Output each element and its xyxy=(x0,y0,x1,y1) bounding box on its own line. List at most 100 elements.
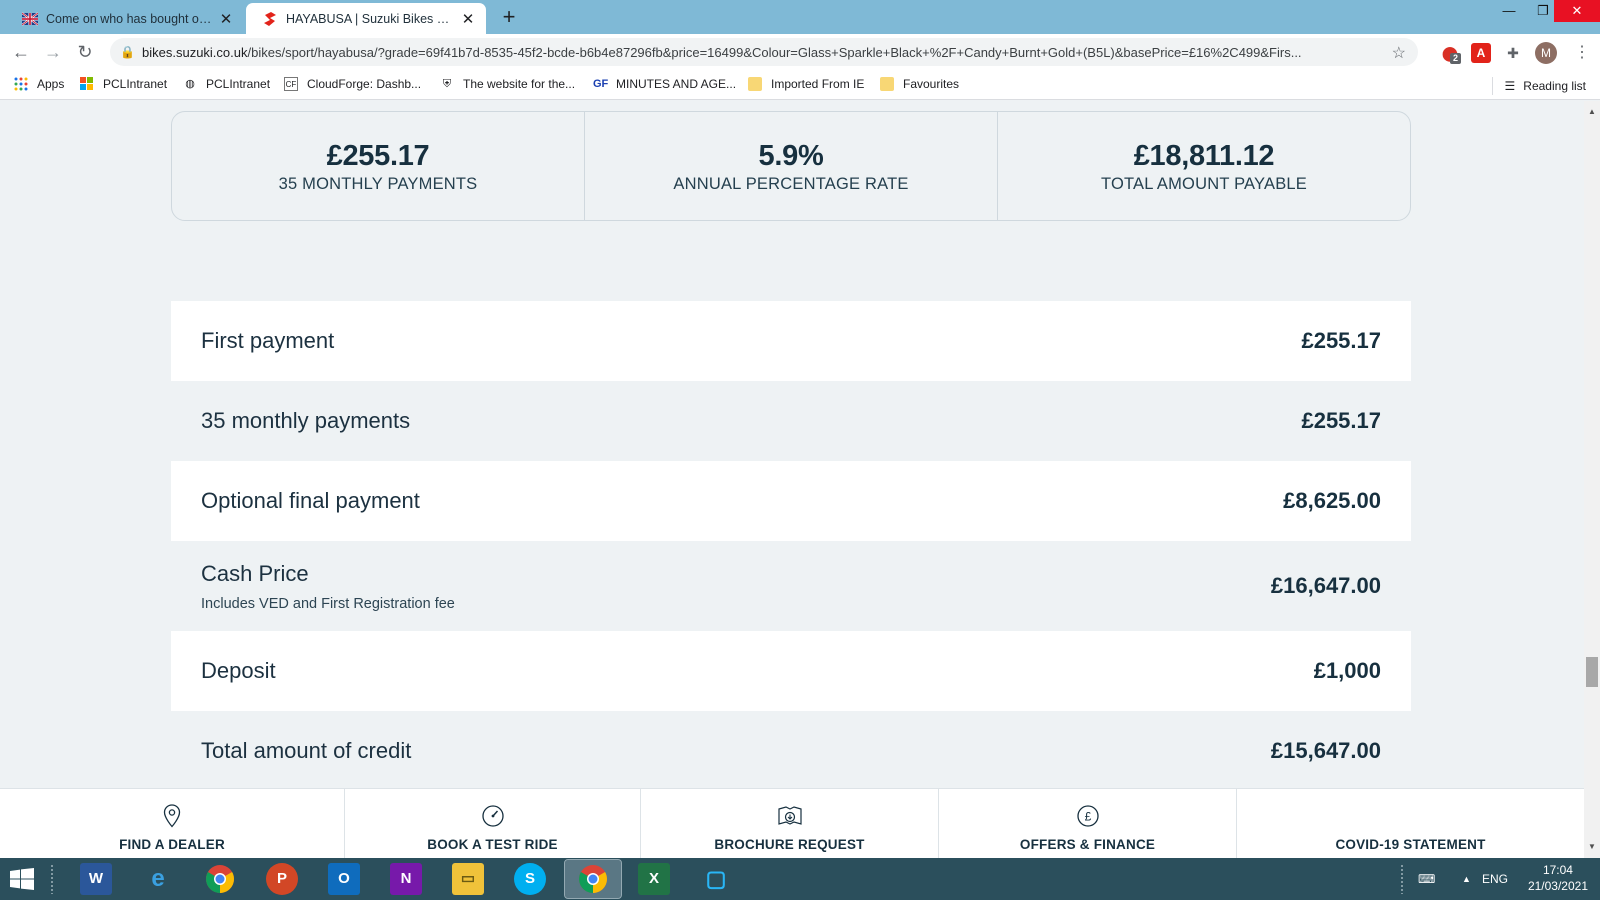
reading-list-label: Reading list xyxy=(1523,79,1586,93)
gf-logo-icon: GF xyxy=(593,78,609,90)
extension-adblock-icon[interactable]: ⬤2 xyxy=(1440,43,1461,64)
summary-apr: 5.9% ANNUAL PERCENTAGE RATE xyxy=(585,112,998,220)
row-label-group: Cash Price Includes VED and First Regist… xyxy=(201,561,455,612)
tab-close-icon[interactable]: ✕ xyxy=(460,10,476,28)
excel-icon[interactable]: X xyxy=(638,863,670,895)
tab-close-icon[interactable]: ✕ xyxy=(218,10,234,28)
bookmark-folder-favourites[interactable]: Favourites xyxy=(880,77,959,91)
remote-desktop-icon[interactable]: ▢ xyxy=(700,863,732,895)
uk-flag-icon xyxy=(22,11,38,26)
touch-keyboard-icon[interactable]: ⌨ xyxy=(1418,858,1435,900)
internet-explorer-icon[interactable]: e xyxy=(142,863,174,895)
window-close-icon[interactable]: ✕ xyxy=(1554,0,1600,22)
row-label: Optional final payment xyxy=(201,488,420,513)
footer-offers-finance[interactable]: £ OFFERS & FINANCE xyxy=(939,789,1237,858)
row-label: First payment xyxy=(201,328,335,353)
page-content: £255.17 35 MONTHLY PAYMENTS 5.9% ANNUAL … xyxy=(0,101,1584,788)
browser-tab-strip: Come on who has bought one ?? ... ✕ HAYA… xyxy=(0,0,1600,34)
row-value: £255.17 xyxy=(1301,328,1381,353)
extension-pdf-icon[interactable]: A xyxy=(1471,43,1491,63)
reload-icon[interactable]: ↻ xyxy=(74,41,96,63)
row-label: Cash Price xyxy=(201,560,309,586)
footer-label: COVID-19 STATEMENT xyxy=(1335,837,1486,852)
scrollbar-thumb[interactable] xyxy=(1586,657,1598,687)
scroll-down-arrow-icon[interactable]: ▼ xyxy=(1584,840,1600,854)
bookmark-label: Imported From IE xyxy=(771,77,865,91)
reading-list-button[interactable]: ☰ Reading list xyxy=(1491,77,1586,95)
footer-book-test-ride[interactable]: BOOK A TEST RIDE xyxy=(345,789,641,858)
summary-value: 5.9% xyxy=(758,140,824,172)
skype-icon[interactable]: S xyxy=(514,863,546,895)
show-hidden-icons-icon[interactable]: ▲ xyxy=(1462,858,1471,900)
profile-avatar[interactable]: M xyxy=(1535,42,1557,64)
clock-date: 21/03/2021 xyxy=(1527,879,1588,893)
finance-breakdown-table: First payment £255.17 35 monthly payment… xyxy=(171,301,1411,788)
footer-label: FIND A DEALER xyxy=(119,837,225,852)
file-explorer-icon[interactable]: ▭ xyxy=(452,863,484,895)
extensions-puzzle-icon[interactable]: ✚ xyxy=(1503,43,1523,63)
windows-taskbar: W e P O N ▭ S X ▢ ⌨ ▲ ENG 17:04 21/03/20… xyxy=(0,858,1600,900)
bookmark-website[interactable]: ⛨ The website for the... xyxy=(440,77,575,91)
bookmark-pclintranet-2[interactable]: ◍ PCLIntranet xyxy=(183,77,270,91)
table-row: First payment £255.17 xyxy=(171,301,1411,381)
footer-covid-statement[interactable]: COVID-19 STATEMENT xyxy=(1237,789,1584,858)
brochure-download-icon xyxy=(777,806,802,825)
bookmark-star-icon[interactable]: ☆ xyxy=(1392,43,1406,63)
new-tab-button[interactable]: + xyxy=(496,6,522,30)
speedometer-icon xyxy=(481,805,504,827)
browser-toolbar: ← → ↻ 🔒 bikes.suzuki.co.uk/bikes/sport/h… xyxy=(0,34,1600,70)
bookmark-apps[interactable]: Apps xyxy=(14,77,64,91)
row-label: Deposit xyxy=(201,658,276,683)
footer-label: BOOK A TEST RIDE xyxy=(427,837,558,852)
crest-icon: ⛨ xyxy=(442,78,452,90)
system-clock[interactable]: 17:04 21/03/2021 xyxy=(1528,862,1588,894)
summary-monthly: £255.17 35 MONTHLY PAYMENTS xyxy=(172,112,585,220)
apps-grid-icon xyxy=(14,77,28,91)
folder-icon xyxy=(880,77,894,91)
bookmark-cloudforge[interactable]: CF CloudForge: Dashb... xyxy=(284,77,421,91)
row-value: £8,625.00 xyxy=(1283,488,1381,513)
clock-time: 17:04 xyxy=(1542,863,1573,877)
windows-start-icon[interactable] xyxy=(10,868,34,890)
table-row: Total amount of credit £15,647.00 xyxy=(171,711,1411,788)
footer-label: OFFERS & FINANCE xyxy=(1019,837,1156,852)
language-indicator[interactable]: ENG xyxy=(1482,858,1508,900)
suzuki-logo-icon xyxy=(264,11,276,26)
row-value: £15,647.00 xyxy=(1270,738,1381,763)
finance-summary: £255.17 35 MONTHLY PAYMENTS 5.9% ANNUAL … xyxy=(171,111,1411,221)
bookmark-label: PCLIntranet xyxy=(206,77,271,91)
browser-menu-icon[interactable]: ⋮ xyxy=(1574,42,1590,62)
row-value: £16,647.00 xyxy=(1270,573,1381,598)
folder-icon xyxy=(748,77,762,91)
chrome-icon[interactable] xyxy=(204,863,236,895)
row-value: £255.17 xyxy=(1301,408,1381,433)
word-icon[interactable]: W xyxy=(80,863,112,895)
powerpoint-icon[interactable]: P xyxy=(266,863,298,895)
summary-total: £18,811.12 TOTAL AMOUNT PAYABLE xyxy=(998,112,1410,220)
summary-label: ANNUAL PERCENTAGE RATE xyxy=(673,175,909,193)
table-row: Deposit £1,000 xyxy=(171,631,1411,711)
tab-forum[interactable]: Come on who has bought one ?? ... ✕ xyxy=(6,3,244,34)
footer-find-dealer[interactable]: FIND A DEALER xyxy=(0,789,345,858)
summary-label: 35 MONTHLY PAYMENTS xyxy=(278,175,478,193)
summary-label: TOTAL AMOUNT PAYABLE xyxy=(1100,175,1308,193)
tab-hayabusa[interactable]: HAYABUSA | Suzuki Bikes UK ✕ xyxy=(246,3,486,34)
onenote-icon[interactable]: N xyxy=(390,863,422,895)
bookmark-minutes[interactable]: GF MINUTES AND AGE... xyxy=(593,77,736,91)
footer-brochure-request[interactable]: BROCHURE REQUEST xyxy=(641,789,939,858)
back-arrow-icon[interactable]: ← xyxy=(10,41,32,63)
globe-icon: ◍ xyxy=(185,78,195,90)
bookmark-pclintranet-1[interactable]: PCLIntranet xyxy=(80,77,167,91)
sticky-footer-nav: FIND A DEALER BOOK A TEST RIDE BROCHURE … xyxy=(0,788,1584,858)
scroll-up-arrow-icon[interactable]: ▲ xyxy=(1584,105,1600,119)
address-bar[interactable]: 🔒 bikes.suzuki.co.uk/bikes/sport/hayabus… xyxy=(110,38,1418,66)
bookmarks-bar: Apps PCLIntranet ◍ PCLIntranet CF CloudF… xyxy=(0,70,1600,100)
forward-arrow-icon[interactable]: → xyxy=(42,41,64,63)
map-pin-icon xyxy=(163,804,181,828)
bookmark-folder-imported[interactable]: Imported From IE xyxy=(748,77,864,91)
page-scrollbar[interactable]: ▲ ▼ xyxy=(1584,101,1600,858)
summary-value: £255.17 xyxy=(326,140,430,172)
summary-value: £18,811.12 xyxy=(1133,140,1275,172)
outlook-icon[interactable]: O xyxy=(328,863,360,895)
chrome-active-window-icon[interactable] xyxy=(564,859,622,899)
